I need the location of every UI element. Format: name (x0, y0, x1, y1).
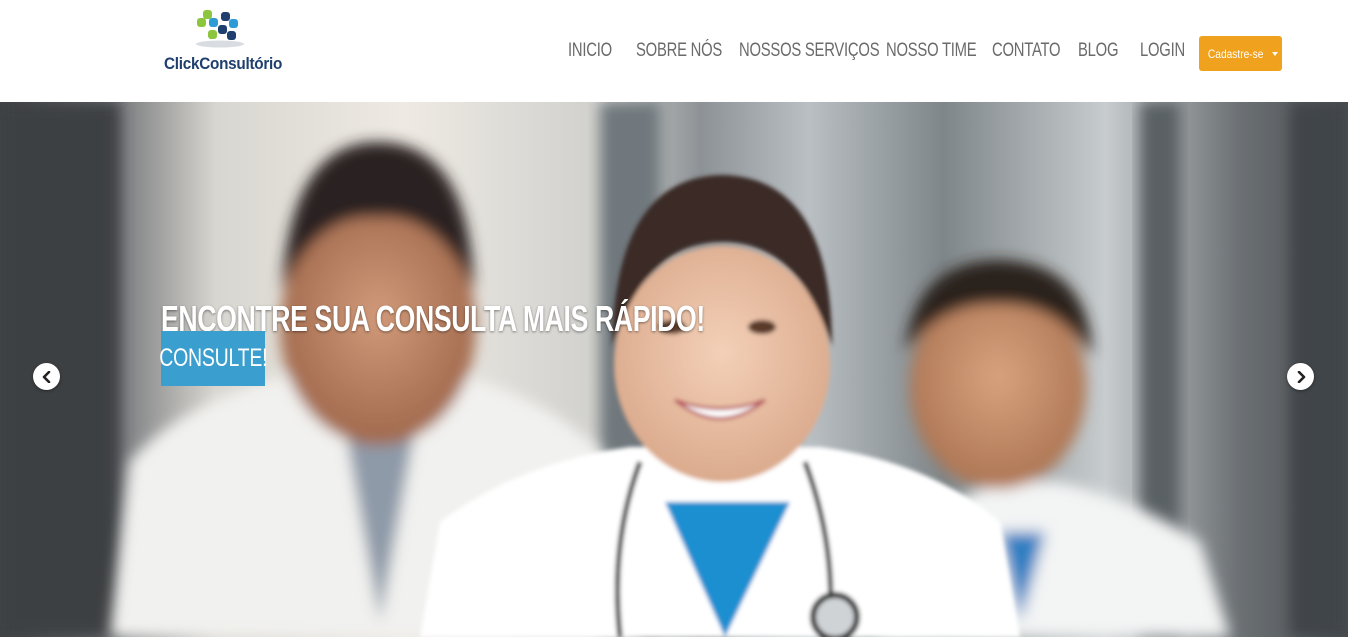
site-logo[interactable]: ClickConsultório (164, 4, 284, 76)
puzzle-cross-logo-icon (196, 10, 244, 48)
nav-item-blog[interactable]: BLOG (1078, 40, 1118, 62)
signup-label: Cadastre-se (1208, 46, 1264, 61)
site-header: ClickConsultório INICIO SOBRE NÓS NOSSOS… (0, 0, 1348, 102)
brand-name: ClickConsultório (164, 54, 283, 73)
chevron-right-icon (1297, 370, 1305, 383)
consulte-label: CONSULTE! (158, 344, 268, 372)
nav-item-login[interactable]: LOGIN (1140, 40, 1185, 62)
chevron-left-icon (42, 370, 50, 383)
consulte-button[interactable]: CONSULTE! (158, 331, 268, 386)
nav-item-sobre-nos[interactable]: SOBRE NÓS (636, 40, 722, 62)
carousel-prev-button[interactable] (33, 363, 60, 390)
nav-item-nosso-time[interactable]: NOSSO TIME (886, 40, 977, 62)
hero-carousel: ENCONTRE SUA CONSULTA MAIS RÁPIDO! CONSU… (0, 102, 1348, 637)
carousel-next-button[interactable] (1287, 363, 1314, 390)
nav-item-inicio[interactable]: INICIO (568, 40, 612, 62)
signup-dropdown-button[interactable]: Cadastre-se (1199, 36, 1282, 71)
nav-item-nossos-servicos[interactable]: NOSSOS SERVIÇOS (739, 40, 880, 62)
caret-down-icon (1271, 51, 1278, 56)
nav-item-contato[interactable]: CONTATO (992, 40, 1061, 62)
